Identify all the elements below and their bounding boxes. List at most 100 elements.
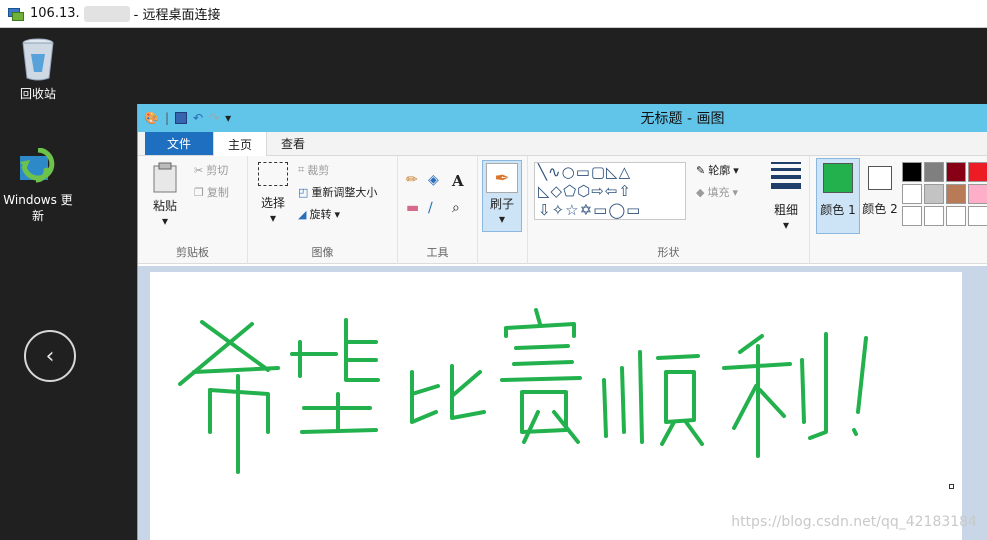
resize-icon: ◰ <box>298 185 309 199</box>
rotate-label: 旋转 <box>309 208 332 221</box>
pencil-tool[interactable]: ✏ <box>406 172 418 188</box>
text-tool[interactable]: A <box>452 172 464 190</box>
color1-button[interactable]: 颜色 1 <box>816 158 860 234</box>
chevron-down-icon: ▾ <box>733 163 739 177</box>
color-swatch[interactable] <box>968 184 987 204</box>
color-swatch[interactable] <box>902 206 922 226</box>
resize-button[interactable]: ◰ 重新调整大小 <box>298 184 377 200</box>
customize-toolbar-icon[interactable]: ▾ <box>225 111 231 125</box>
fill-shape-button[interactable]: ◆ 填充 ▾ <box>696 184 738 200</box>
redacted-host <box>83 5 130 22</box>
redo-icon[interactable]: ↷ <box>209 111 219 125</box>
crop-label: 裁剪 <box>307 164 330 177</box>
group-brushes: ✒ 刷子 ▾ <box>478 156 528 264</box>
outline-label: 轮廓 <box>708 164 731 177</box>
canvas-workspace <box>138 266 987 540</box>
magnifier-tool[interactable]: ⌕ <box>452 200 460 216</box>
brush-icon: ✒ <box>486 163 518 193</box>
scissors-icon: ✂ <box>194 163 204 177</box>
paint-app-icon[interactable]: 🎨 <box>144 111 159 125</box>
back-arrow-button[interactable]: ‹ <box>24 330 76 382</box>
color-swatch[interactable] <box>946 206 966 226</box>
chevron-down-icon: ▾ <box>732 185 738 199</box>
color-swatch[interactable] <box>902 184 922 204</box>
color-picker-tool[interactable]: ∕ <box>428 200 433 216</box>
shapes-gallery[interactable]: ╲∿○▭▢◺△ ◺◇⬠⬡⇨⇦⇧ ⇩✧☆✡▭◯▭ <box>534 162 686 220</box>
desktop-icon-windows-update[interactable]: Windows 更 新 <box>0 148 76 224</box>
copy-label: 复制 <box>206 186 229 199</box>
resize-label: 重新调整大小 <box>311 186 378 199</box>
chevron-down-icon: ▾ <box>334 207 340 221</box>
rotate-button[interactable]: ◢ 旋转 ▾ <box>298 206 340 222</box>
group-label-image: 图像 <box>311 246 334 259</box>
drawing-canvas[interactable] <box>150 272 962 540</box>
color1-label: 颜色 1 <box>820 203 856 217</box>
size-label: 粗细 <box>773 203 798 217</box>
group-tools: ✏ ◈ A ▬ ∕ ⌕ 工具 <box>398 156 478 264</box>
watermark-text: https://blog.csdn.net/qq_42183184 <box>731 514 977 530</box>
color-swatch[interactable] <box>946 184 966 204</box>
color-swatch[interactable] <box>924 206 944 226</box>
color2-swatch <box>868 166 892 190</box>
fill-tool[interactable]: ◈ <box>428 172 439 188</box>
handwriting-drawing <box>178 308 868 474</box>
cut-label: 剪切 <box>206 164 229 177</box>
select-button[interactable]: 选择 ▾ <box>256 162 290 225</box>
chevron-down-icon: ▾ <box>498 212 506 226</box>
select-label: 选择 <box>260 196 285 210</box>
rdp-title-bar: 106.13. - 远程桌面连接 <box>0 0 987 28</box>
paste-button[interactable]: 粘贴 ▾ <box>150 162 180 228</box>
remote-desktop-icon <box>8 6 24 22</box>
crop-icon: ⌗ <box>298 163 305 176</box>
group-label-tools: 工具 <box>426 246 449 259</box>
shapes-row: ⇩✧☆✡▭◯▭ <box>538 201 642 219</box>
paint-bucket-icon: ◈ <box>428 172 439 188</box>
rdp-title-suffix: - 远程桌面连接 <box>133 8 221 23</box>
tab-file[interactable]: 文件 <box>145 131 213 155</box>
color-swatch[interactable] <box>968 162 987 182</box>
fill-label: 填充 <box>707 186 730 199</box>
paint-title-bar: 🎨 | ↶ ↷ ▾ 无标题 - 画图 <box>138 104 987 132</box>
group-label-shapes: 形状 <box>657 246 680 259</box>
paste-icon <box>153 162 177 193</box>
crop-button[interactable]: ⌗ 裁剪 <box>298 162 329 178</box>
canvas-resize-handle[interactable] <box>949 484 954 489</box>
tab-view[interactable]: 查看 <box>267 131 319 155</box>
text-a-icon: A <box>452 172 464 190</box>
desktop-icon-label: 回收站 <box>19 87 56 101</box>
copy-button[interactable]: ❐ 复制 <box>194 184 229 200</box>
paste-label: 粘贴 <box>152 199 177 213</box>
quick-access-toolbar: 🎨 | ↶ ↷ ▾ <box>138 111 231 125</box>
cut-button[interactable]: ✂ 剪切 <box>194 162 228 178</box>
chevron-down-icon: ▾ <box>269 211 277 225</box>
shapes-row: ╲∿○▭▢◺△ <box>538 163 632 181</box>
fill-icon: ◆ <box>696 185 705 199</box>
windows-update-icon <box>20 148 55 183</box>
color-swatch[interactable] <box>924 162 944 182</box>
group-clipboard: 粘贴 ▾ ✂ 剪切 ❐ 复制 剪贴板 <box>138 156 248 264</box>
undo-icon[interactable]: ↶ <box>193 111 203 125</box>
desktop-icon-recycle-bin[interactable]: 回收站 <box>0 36 76 102</box>
rdp-host-prefix: 106.13. <box>30 6 80 21</box>
eyedropper-icon: ∕ <box>428 200 433 216</box>
brush-button[interactable]: ✒ 刷子 ▾ <box>482 160 522 232</box>
color-swatch[interactable] <box>946 162 966 182</box>
tab-home[interactable]: 主页 <box>213 131 268 156</box>
color-swatch[interactable] <box>968 206 987 226</box>
outline-button[interactable]: ✎ 轮廓 ▾ <box>696 162 739 178</box>
chevron-down-icon: ▾ <box>782 218 790 232</box>
color2-button[interactable]: 颜色 2 <box>860 162 900 217</box>
paint-window: 🎨 | ↶ ↷ ▾ 无标题 - 画图 文件 主页 查看 粘贴 ▾ ✂ 剪切 ❐ 复制… <box>137 104 987 540</box>
size-button[interactable]: 粗细 ▾ <box>764 162 808 232</box>
eraser-tool[interactable]: ▬ <box>406 200 419 216</box>
shapes-row: ◺◇⬠⬡⇨⇦⇧ <box>538 182 632 200</box>
separator: | <box>164 111 169 125</box>
save-icon[interactable] <box>175 112 187 124</box>
rotate-icon: ◢ <box>298 207 307 221</box>
color2-label: 颜色 2 <box>862 202 898 216</box>
group-label-clipboard: 剪贴板 <box>176 246 209 259</box>
color-swatch[interactable] <box>924 184 944 204</box>
color-swatch[interactable] <box>902 162 922 182</box>
brush-label: 刷子 <box>489 197 514 211</box>
pencil-icon: ✏ <box>406 172 418 188</box>
